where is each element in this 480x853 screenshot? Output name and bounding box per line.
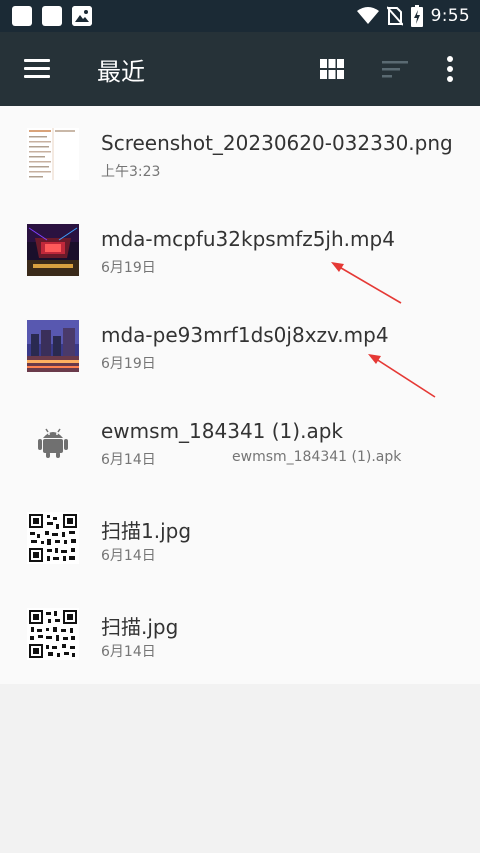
- notification-square-icon: [42, 6, 62, 26]
- file-row[interactable]: ewmsm_184341 (1).apk 6月14日 ewmsm_184341 …: [0, 394, 480, 490]
- qr-code-thumbnail-icon: [27, 608, 79, 660]
- qr-code-thumbnail-icon: [27, 512, 79, 564]
- recent-files-list: Screenshot_20230620-032330.png 上午3:23 md…: [0, 106, 480, 684]
- file-name: Screenshot_20230620-032330.png: [101, 131, 453, 155]
- file-name: 扫描.jpg: [101, 615, 179, 639]
- file-name: mda-pe93mrf1ds0j8xzv.mp4: [101, 323, 389, 347]
- file-date: 6月19日: [101, 260, 156, 276]
- file-date: 6月14日: [101, 452, 156, 468]
- file-summary: ewmsm_184341 (1).apk: [232, 449, 402, 465]
- file-date: 6月14日: [101, 644, 156, 660]
- video-thumbnail-icon: [27, 224, 79, 276]
- file-row[interactable]: 扫描.jpg 6月14日: [0, 586, 480, 682]
- file-date: 上午3:23: [101, 164, 161, 180]
- android-icon: [27, 416, 79, 468]
- file-name: mda-mcpfu32kpsmfz5jh.mp4: [101, 227, 395, 251]
- menu-icon[interactable]: [24, 59, 50, 79]
- image-notification-icon: [72, 6, 92, 26]
- battery-charging-icon: [410, 5, 423, 27]
- sort-icon[interactable]: [382, 59, 408, 79]
- file-name: ewmsm_184341 (1).apk: [101, 419, 343, 443]
- notification-square-icon: [12, 6, 32, 26]
- status-time: 9:55: [430, 6, 470, 26]
- status-bar: 9:55: [0, 0, 480, 32]
- grid-view-icon[interactable]: [320, 59, 344, 79]
- no-sim-icon: [386, 6, 403, 26]
- file-row[interactable]: mda-mcpfu32kpsmfz5jh.mp4 6月19日: [0, 202, 480, 298]
- app-toolbar: 最近: [0, 32, 480, 106]
- file-date: 6月14日: [101, 548, 156, 564]
- file-row[interactable]: 扫描1.jpg 6月14日: [0, 490, 480, 586]
- wifi-icon: [356, 7, 379, 24]
- video-thumbnail-icon: [27, 320, 79, 372]
- document-thumbnail-icon: [27, 128, 79, 180]
- page-title: 最近: [97, 58, 145, 86]
- more-vert-icon[interactable]: [440, 56, 460, 82]
- file-name: 扫描1.jpg: [101, 519, 192, 543]
- file-row[interactable]: Screenshot_20230620-032330.png 上午3:23: [0, 106, 480, 202]
- file-date: 6月19日: [101, 356, 156, 372]
- file-row[interactable]: mda-pe93mrf1ds0j8xzv.mp4 6月19日: [0, 298, 480, 394]
